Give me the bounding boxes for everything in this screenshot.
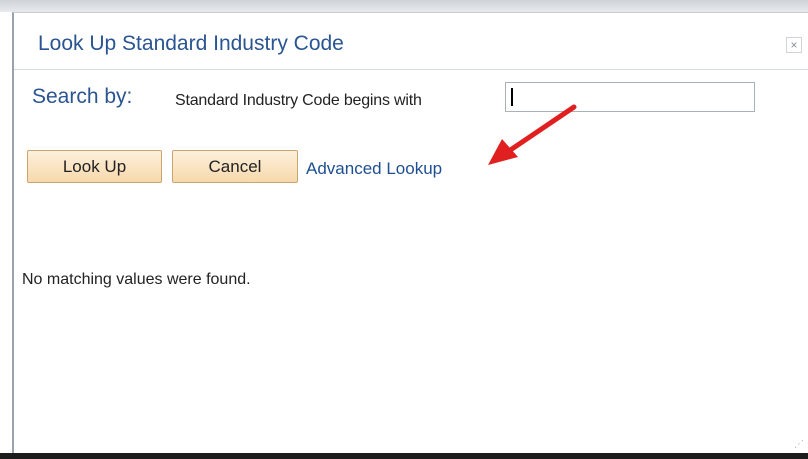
window-top-strip [0, 0, 808, 12]
bottom-border [0, 453, 808, 459]
lookup-dialog: Look Up Standard Industry Code × Search … [12, 12, 808, 453]
no-results-message: No matching values were found. [22, 271, 251, 288]
field-label: Standard Industry Code begins with [175, 92, 422, 109]
close-icon[interactable]: × [786, 37, 802, 53]
page: Look Up Standard Industry Code × Search … [0, 0, 808, 459]
dialog-titlebar[interactable]: Look Up Standard Industry Code × [14, 13, 808, 70]
dialog-title: Look Up Standard Industry Code [38, 32, 344, 55]
look-up-button[interactable]: Look Up [27, 150, 162, 183]
red-arrow-icon [488, 104, 577, 165]
resize-grip-icon[interactable]: ⋰ [794, 439, 806, 451]
cancel-button[interactable]: Cancel [172, 150, 298, 183]
advanced-lookup-link[interactable]: Advanced Lookup [306, 159, 442, 179]
search-by-label: Search by: [32, 85, 133, 108]
